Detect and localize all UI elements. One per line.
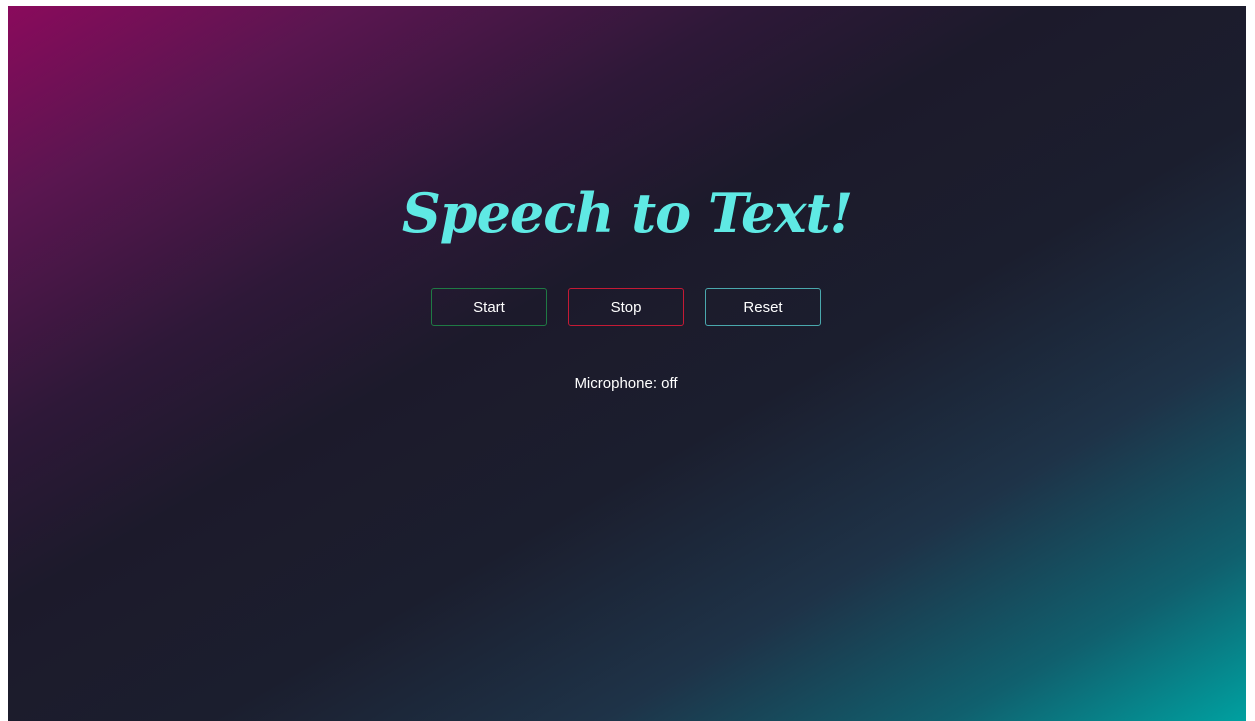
microphone-status: Microphone: off <box>574 375 678 392</box>
app-frame: Speech to Text! Start Stop Reset Microph… <box>8 6 1246 721</box>
start-button[interactable]: Start <box>431 288 547 326</box>
reset-button[interactable]: Reset <box>705 288 821 326</box>
stop-button[interactable]: Stop <box>568 288 684 326</box>
control-buttons: Start Stop Reset <box>431 288 821 326</box>
page-title: Speech to Text! <box>401 181 853 245</box>
